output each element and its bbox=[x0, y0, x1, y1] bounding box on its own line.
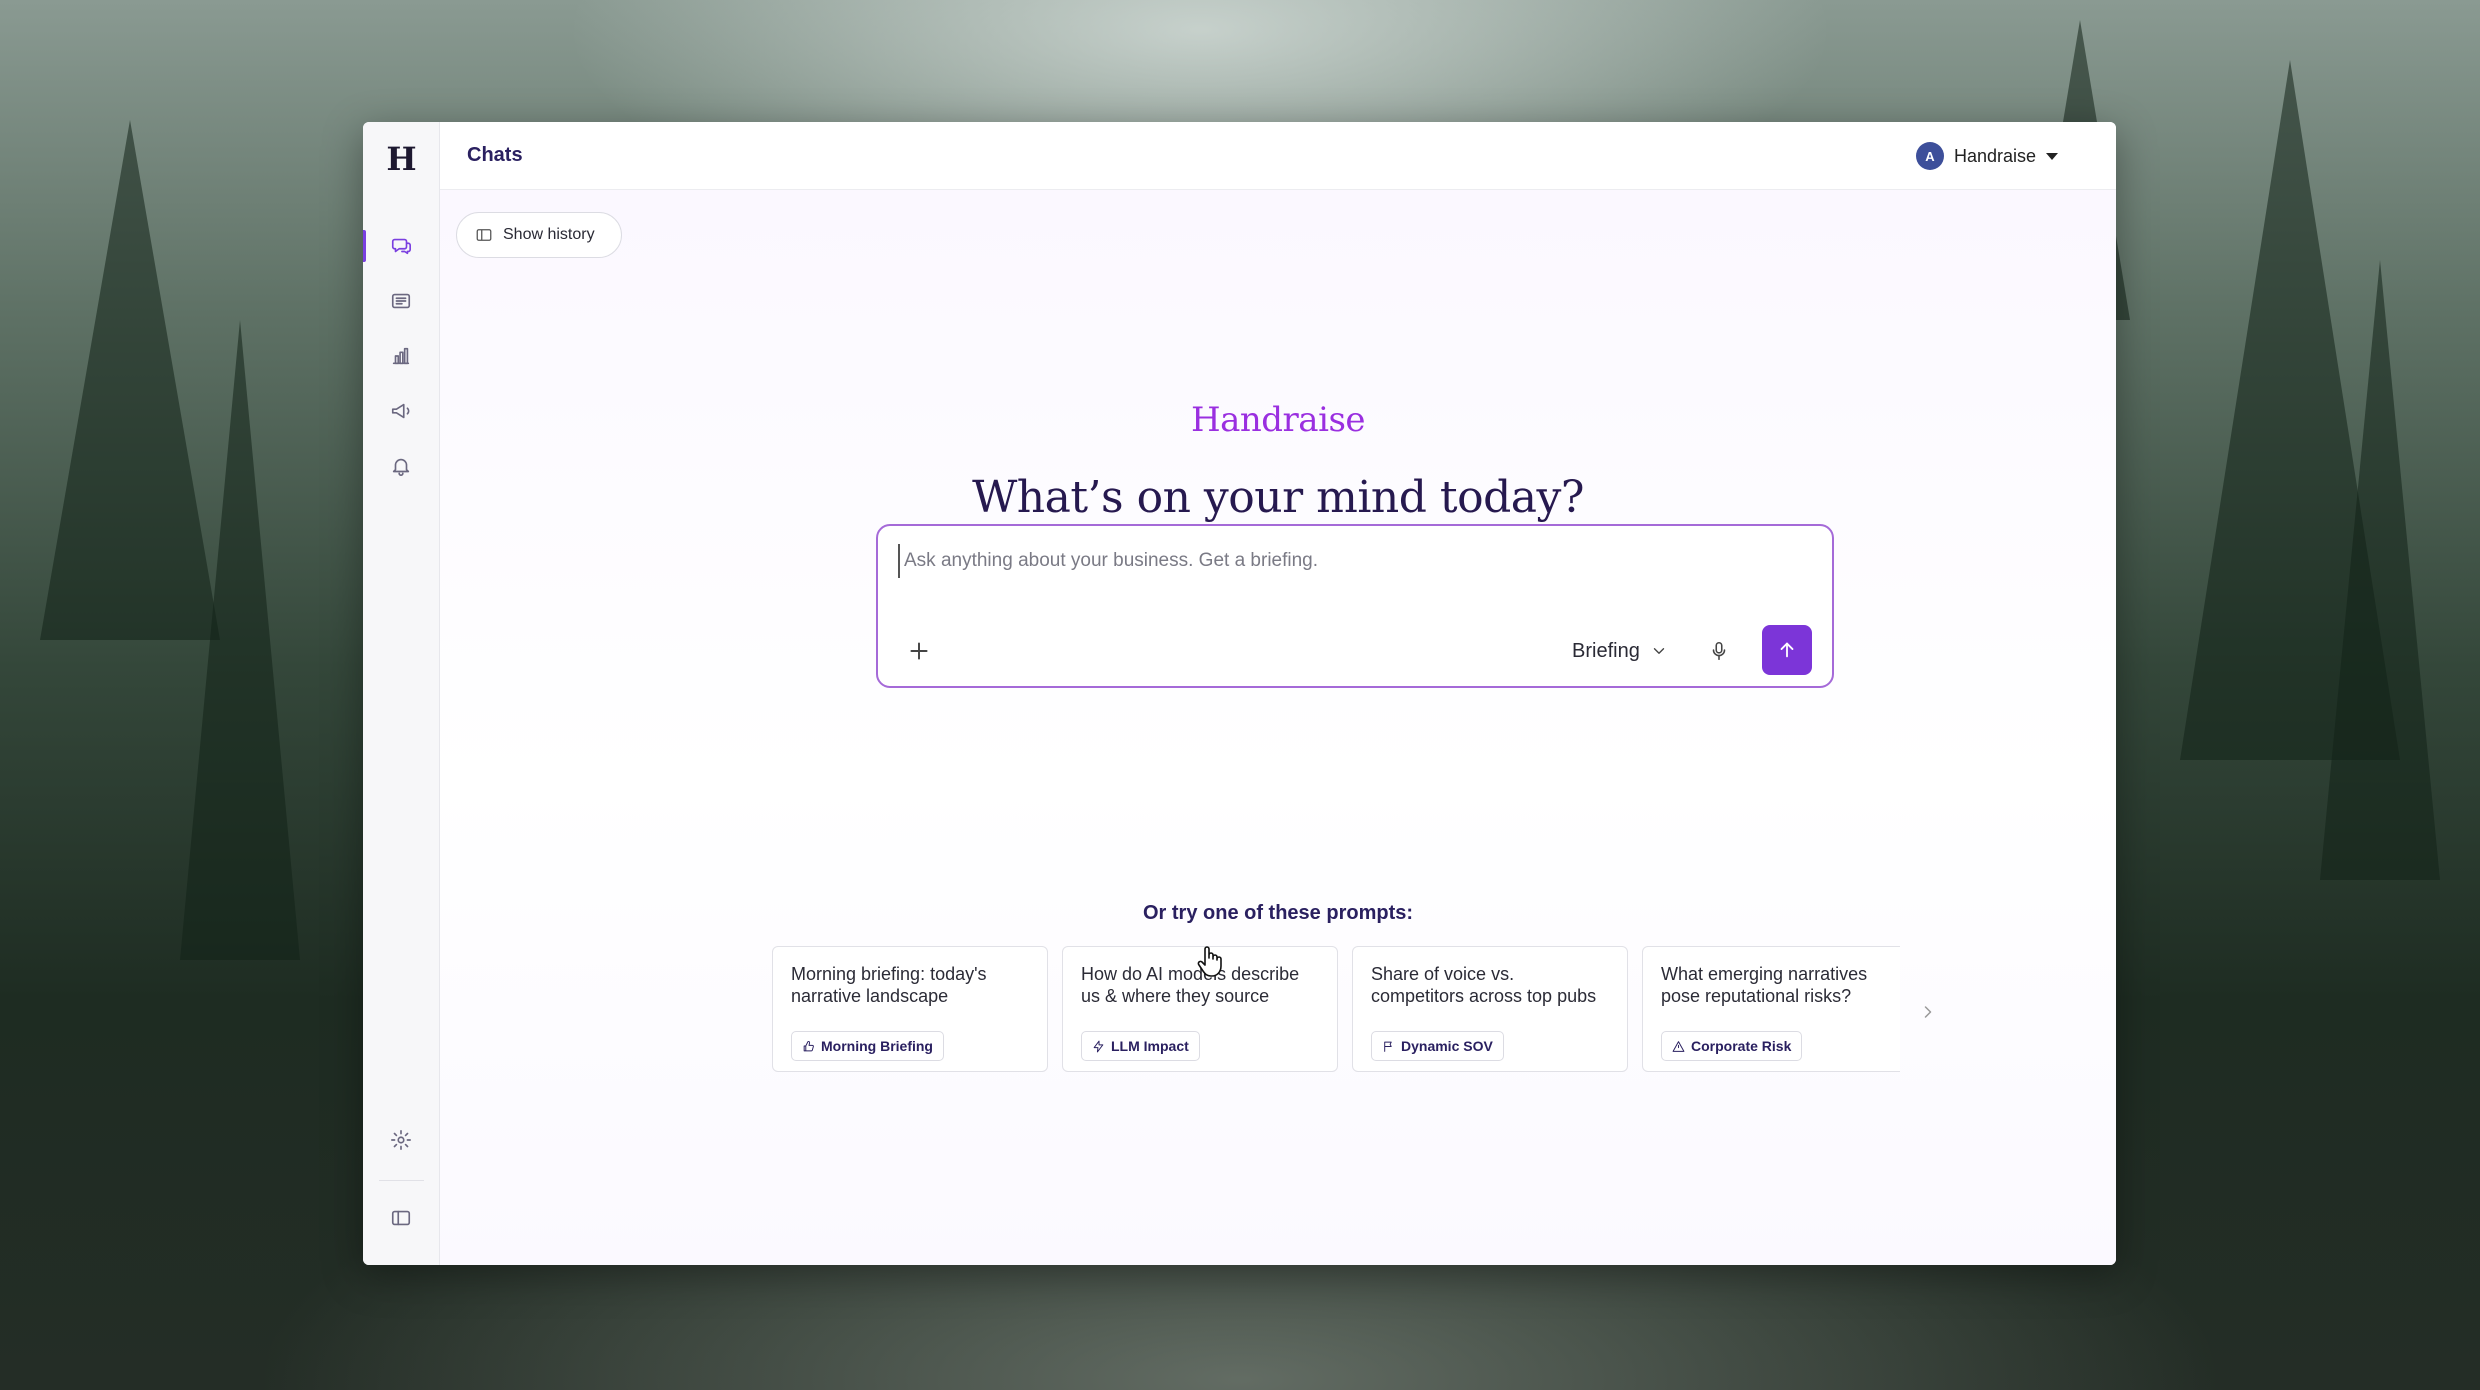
prompt-text: Morning briefing: today's narrative land… bbox=[791, 964, 987, 1006]
background-tree bbox=[2320, 260, 2440, 880]
rail-divider bbox=[379, 1180, 424, 1181]
bar-chart-icon bbox=[392, 347, 410, 365]
warning-triangle-icon bbox=[1672, 1040, 1685, 1052]
prompt-card[interactable]: What emerging narratives pose reputation… bbox=[1642, 946, 1900, 1072]
nav-news[interactable] bbox=[377, 277, 425, 325]
nav-campaigns[interactable] bbox=[377, 387, 425, 435]
prompt-tag: Dynamic SOV bbox=[1371, 1031, 1504, 1061]
carousel-next-button[interactable] bbox=[1910, 994, 1946, 1030]
sidebar-toggle-button[interactable] bbox=[377, 1194, 425, 1242]
show-history-label: Show history bbox=[503, 226, 595, 243]
prompt-tag-label: Corporate Risk bbox=[1691, 1038, 1792, 1054]
chat-bubbles-icon bbox=[391, 238, 411, 255]
prompt-tag: LLM Impact bbox=[1081, 1031, 1200, 1061]
mode-select-value: Briefing bbox=[1572, 639, 1640, 662]
prompt-card[interactable]: Morning briefing: today's narrative land… bbox=[772, 946, 1048, 1072]
chat-main: Show history Handraise What’s on your mi… bbox=[440, 190, 2116, 1265]
prompt-text: Share of voice vs. competitors across to… bbox=[1371, 964, 1597, 1006]
voice-input-button[interactable] bbox=[1704, 636, 1734, 666]
chevron-down-icon bbox=[1653, 648, 1664, 654]
bell-icon bbox=[392, 458, 410, 476]
nav-analytics[interactable] bbox=[377, 332, 425, 380]
prompt-text: What emerging narratives pose reputation… bbox=[1661, 964, 1868, 1006]
prompt-card[interactable]: Share of voice vs. competitors across to… bbox=[1352, 946, 1628, 1072]
chat-composer: Briefing bbox=[876, 524, 1834, 688]
chat-input[interactable] bbox=[898, 544, 1778, 578]
thumbs-up-icon bbox=[803, 1040, 814, 1051]
sidebar-panel-icon bbox=[476, 229, 492, 241]
plus-icon bbox=[910, 642, 928, 660]
prompt-tag-label: Morning Briefing bbox=[821, 1038, 933, 1054]
microphone-icon bbox=[1712, 641, 1726, 661]
prompt-carousel: Morning briefing: today's narrative land… bbox=[770, 944, 1900, 1074]
brand-wordmark: Handraise bbox=[1190, 400, 1366, 440]
caret-down-icon bbox=[2046, 152, 2058, 160]
flag-icon bbox=[1384, 1041, 1392, 1052]
gear-icon bbox=[391, 1130, 411, 1150]
chevron-right-icon bbox=[1924, 1006, 1932, 1018]
avatar: A bbox=[1915, 142, 1944, 170]
prompt-tag: Morning Briefing bbox=[791, 1031, 944, 1061]
send-button[interactable] bbox=[1762, 625, 1812, 675]
prompts-heading: Or try one of these prompts: bbox=[1142, 902, 1414, 924]
arrow-up-icon bbox=[1780, 642, 1794, 658]
app-window: H Chats A Handraise Show history Handrai… bbox=[363, 122, 2116, 1265]
sidebar-toggle-icon bbox=[391, 1210, 411, 1226]
nav-rail: H bbox=[363, 122, 440, 1265]
account-menu[interactable]: A Handraise bbox=[1915, 140, 2058, 172]
account-name: Handraise bbox=[1953, 145, 2036, 166]
prompt-tag-label: LLM Impact bbox=[1111, 1038, 1189, 1054]
app-logo[interactable]: H bbox=[363, 140, 440, 178]
megaphone-icon bbox=[391, 403, 410, 419]
active-indicator bbox=[363, 230, 366, 262]
page-title: Chats bbox=[467, 144, 523, 166]
top-bar: Chats A Handraise bbox=[440, 122, 2116, 190]
newspaper-icon bbox=[391, 293, 411, 309]
nav-chats[interactable] bbox=[377, 222, 425, 270]
show-history-button[interactable]: Show history bbox=[456, 212, 622, 258]
prompt-tag-label: Dynamic SOV bbox=[1401, 1038, 1493, 1054]
background-tree bbox=[180, 320, 300, 960]
nav-settings[interactable] bbox=[377, 1116, 425, 1164]
add-attachment-button[interactable] bbox=[906, 638, 932, 664]
mode-select[interactable]: Briefing bbox=[1572, 634, 1668, 668]
prompt-tag: Corporate Risk bbox=[1661, 1031, 1803, 1061]
nav-alerts[interactable] bbox=[377, 442, 425, 490]
lightning-icon bbox=[1093, 1040, 1104, 1052]
hand-cursor-icon bbox=[1197, 946, 1222, 977]
headline: What’s on your mind today? bbox=[972, 472, 1584, 523]
